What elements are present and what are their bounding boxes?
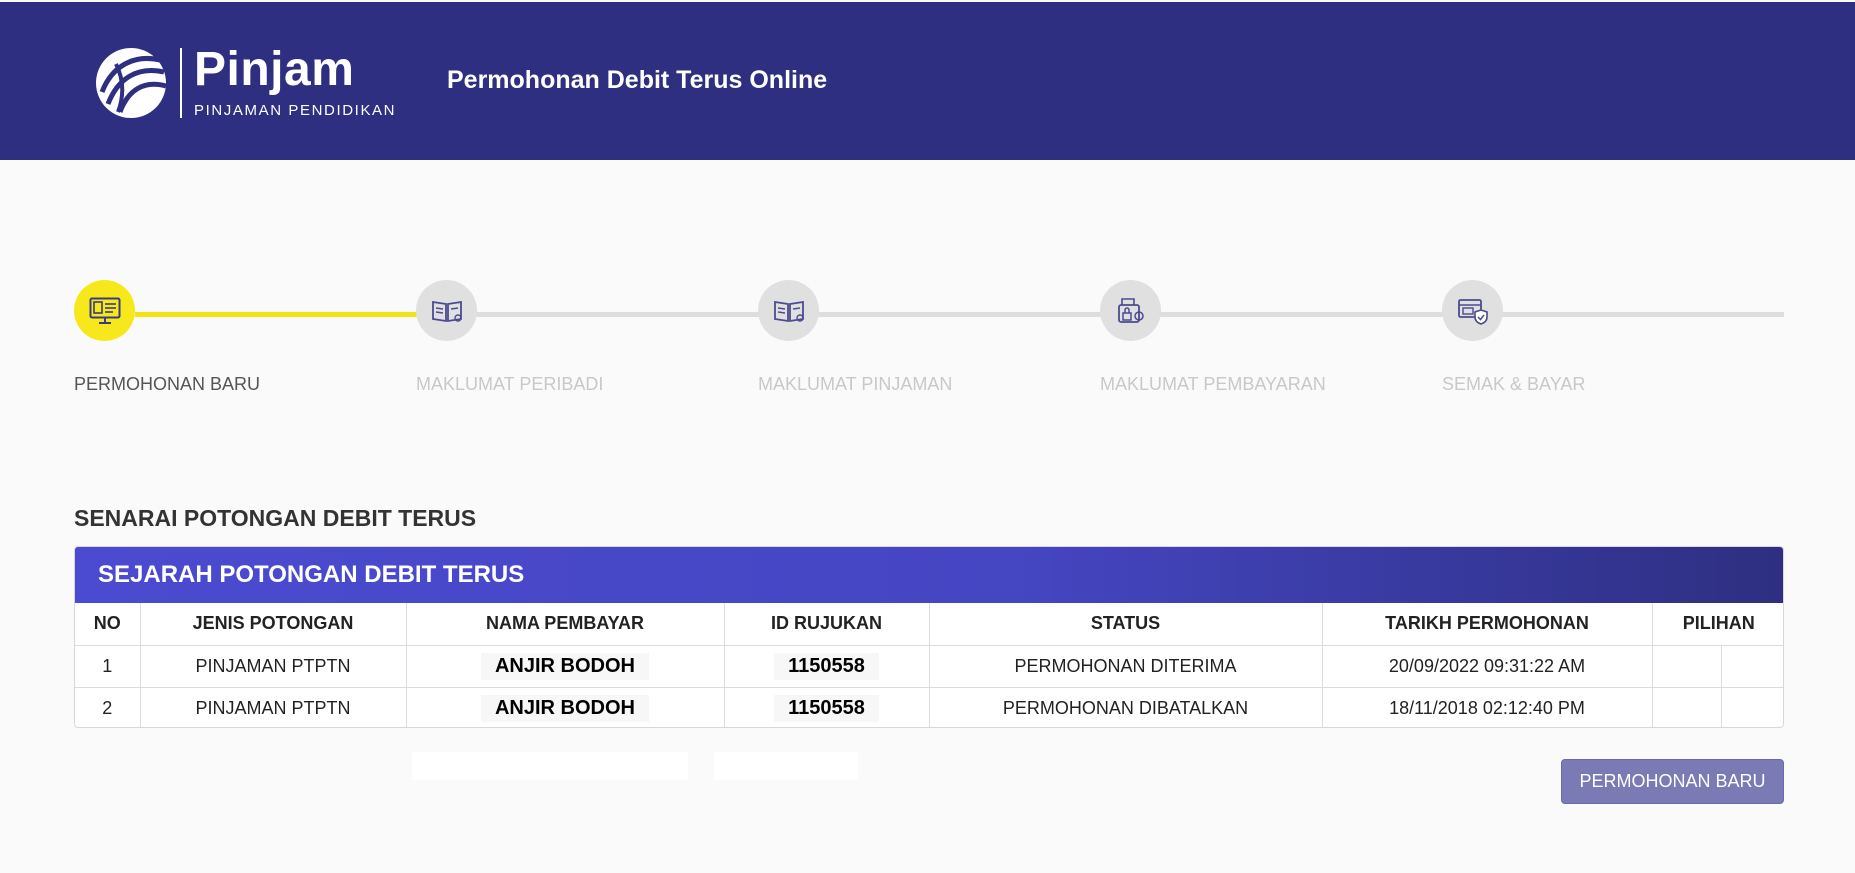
- cell-status: PERMOHONAN DITERIMA: [929, 645, 1323, 688]
- payer-name: ANJIR BODOH: [480, 652, 649, 680]
- stepper-track-completed: [135, 312, 417, 317]
- table-header-row: NO JENIS POTONGAN NAMA PEMBAYAR ID RUJUK…: [75, 603, 1783, 646]
- column-header-tarikh-permohonan: TARIKH PERMOHONAN: [1322, 603, 1653, 646]
- pinjam-logo-mark-icon: [96, 48, 167, 118]
- open-book-icon: [431, 300, 462, 322]
- step-3-label: MAKLUMAT PINJAMAN: [758, 374, 953, 394]
- history-panel: SEJARAH POTONGAN DEBIT TERUS NO JENIS PO…: [74, 546, 1784, 728]
- cell-jenis-potongan: PINJAMAN PTPTN: [140, 687, 407, 727]
- cell-no: 2: [75, 687, 141, 727]
- progress-stepper: PERMOHONAN BARU MAKLUMAT PERIBADI MAKLUM…: [0, 280, 1855, 400]
- step-4-circle[interactable]: [1100, 280, 1161, 341]
- cell-tarikh-permohonan: 20/09/2022 09:31:22 AM: [1322, 645, 1653, 688]
- step-3-circle[interactable]: [758, 280, 819, 341]
- column-header-status: STATUS: [929, 603, 1323, 646]
- step-5-circle[interactable]: [1442, 280, 1503, 341]
- pinjam-logo[interactable]: Pinjam PINJAMAN PENDIDIKAN: [94, 43, 404, 124]
- step-1-circle[interactable]: [74, 280, 135, 341]
- history-panel-header: SEJARAH POTONGAN DEBIT TERUS: [75, 547, 1783, 603]
- reference-id: 1150558: [774, 694, 879, 722]
- cell-status: PERMOHONAN DIBATALKAN: [929, 687, 1323, 727]
- column-header-no: NO: [75, 603, 141, 646]
- cell-id-rujukan: 1150558: [724, 687, 930, 727]
- brand-name: Pinjam: [194, 43, 355, 96]
- computer-form-icon: [89, 297, 120, 324]
- cell-nama-pembayar: ANJIR BODOH: [406, 645, 725, 688]
- payer-name: ANJIR BODOH: [480, 694, 649, 722]
- step-1-label: PERMOHONAN BARU: [74, 374, 261, 394]
- payment-shield-icon: [1457, 298, 1488, 325]
- column-header-id-rujukan: ID RUJUKAN: [724, 603, 930, 646]
- redaction-box: [714, 752, 858, 780]
- step-4-label: MAKLUMAT PEMBAYARAN: [1100, 374, 1326, 394]
- step-5-label: SEMAK & BAYAR: [1442, 374, 1586, 394]
- step-2-label: MAKLUMAT PERIBADI: [416, 374, 604, 394]
- page-header-title: Permohonan Debit Terus Online: [447, 66, 828, 94]
- cell-id-rujukan: 1150558: [724, 645, 930, 688]
- wallet-lock-icon: [1117, 297, 1144, 323]
- table-row: 1 PINJAMAN PTPTN ANJIR BODOH 1150558 PER…: [75, 645, 1783, 688]
- logo-divider: [180, 48, 182, 118]
- redaction-box: [412, 752, 688, 780]
- column-header-jenis-potongan: JENIS POTONGAN: [140, 603, 407, 646]
- reference-id: 1150558: [774, 652, 879, 680]
- cell-pilihan[interactable]: [1652, 687, 1783, 727]
- step-2-circle[interactable]: [416, 280, 477, 341]
- cell-tarikh-permohonan: 18/11/2018 02:12:40 PM: [1322, 687, 1653, 727]
- cell-pilihan[interactable]: [1652, 645, 1783, 688]
- cell-jenis-potongan: PINJAMAN PTPTN: [140, 645, 407, 688]
- cell-nama-pembayar: ANJIR BODOH: [406, 687, 725, 727]
- top-header: Pinjam PINJAMAN PENDIDIKAN Permohonan De…: [0, 2, 1855, 160]
- brand-subtitle: PINJAMAN PENDIDIKAN: [194, 102, 397, 119]
- column-header-pilihan: PILIHAN: [1652, 603, 1783, 646]
- section-title: SENARAI POTONGAN DEBIT TERUS: [74, 505, 477, 531]
- history-table: NO JENIS POTONGAN NAMA PEMBAYAR ID RUJUK…: [75, 603, 1783, 727]
- history-panel-title: SEJARAH POTONGAN DEBIT TERUS: [98, 561, 525, 588]
- table-row: 2 PINJAMAN PTPTN ANJIR BODOH 1150558 PER…: [75, 687, 1783, 727]
- column-header-nama-pembayar: NAMA PEMBAYAR: [406, 603, 725, 646]
- cell-no: 1: [75, 645, 141, 688]
- new-application-button[interactable]: PERMOHONAN BARU: [1561, 759, 1784, 804]
- open-book-icon: [773, 300, 804, 322]
